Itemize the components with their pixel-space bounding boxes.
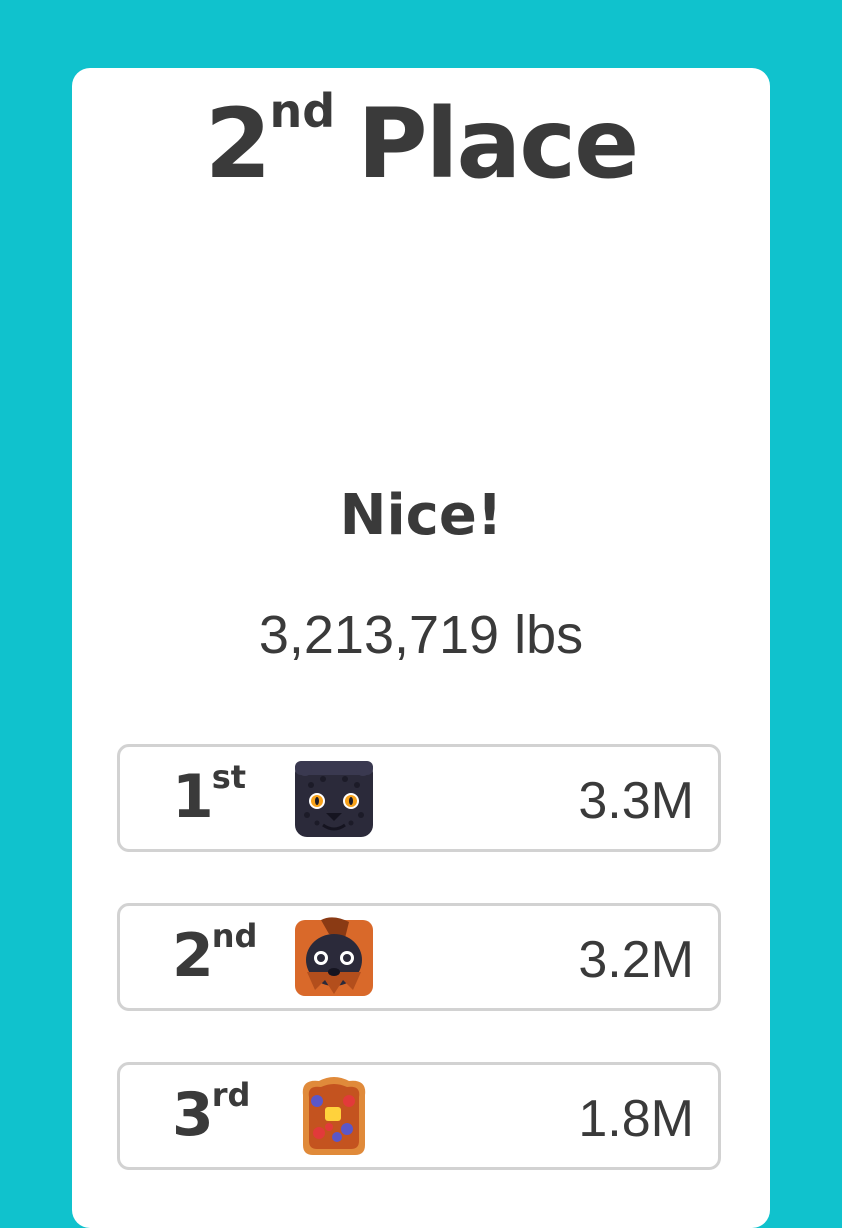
- place-suffix: nd: [269, 84, 336, 138]
- result-message: Nice!: [339, 483, 503, 548]
- leaderboard-row-2: 2nd 3.2M: [117, 903, 721, 1011]
- rank-label: 1st: [172, 758, 247, 832]
- score-value: 3.2M: [578, 931, 694, 989]
- leaderboard-row-1: 1st 3.3M: [117, 744, 721, 852]
- place-word: Place: [357, 88, 639, 200]
- leaderboard-row-3: 3rd 1.8M: [117, 1062, 721, 1170]
- brown-maned-creature-avatar: [295, 917, 373, 996]
- score-value: 3.3M: [578, 772, 694, 830]
- score-total: 3,213,719 lbs: [258, 605, 584, 665]
- score-value: 1.8M: [578, 1090, 694, 1148]
- rank-label: 3rd: [172, 1076, 251, 1150]
- black-panther-avatar: [295, 761, 373, 837]
- berry-toast-avatar: [302, 1077, 366, 1155]
- place-title: 2nd Place: [0, 88, 842, 200]
- place-number: 2: [204, 88, 272, 200]
- rank-label: 2nd: [172, 917, 258, 991]
